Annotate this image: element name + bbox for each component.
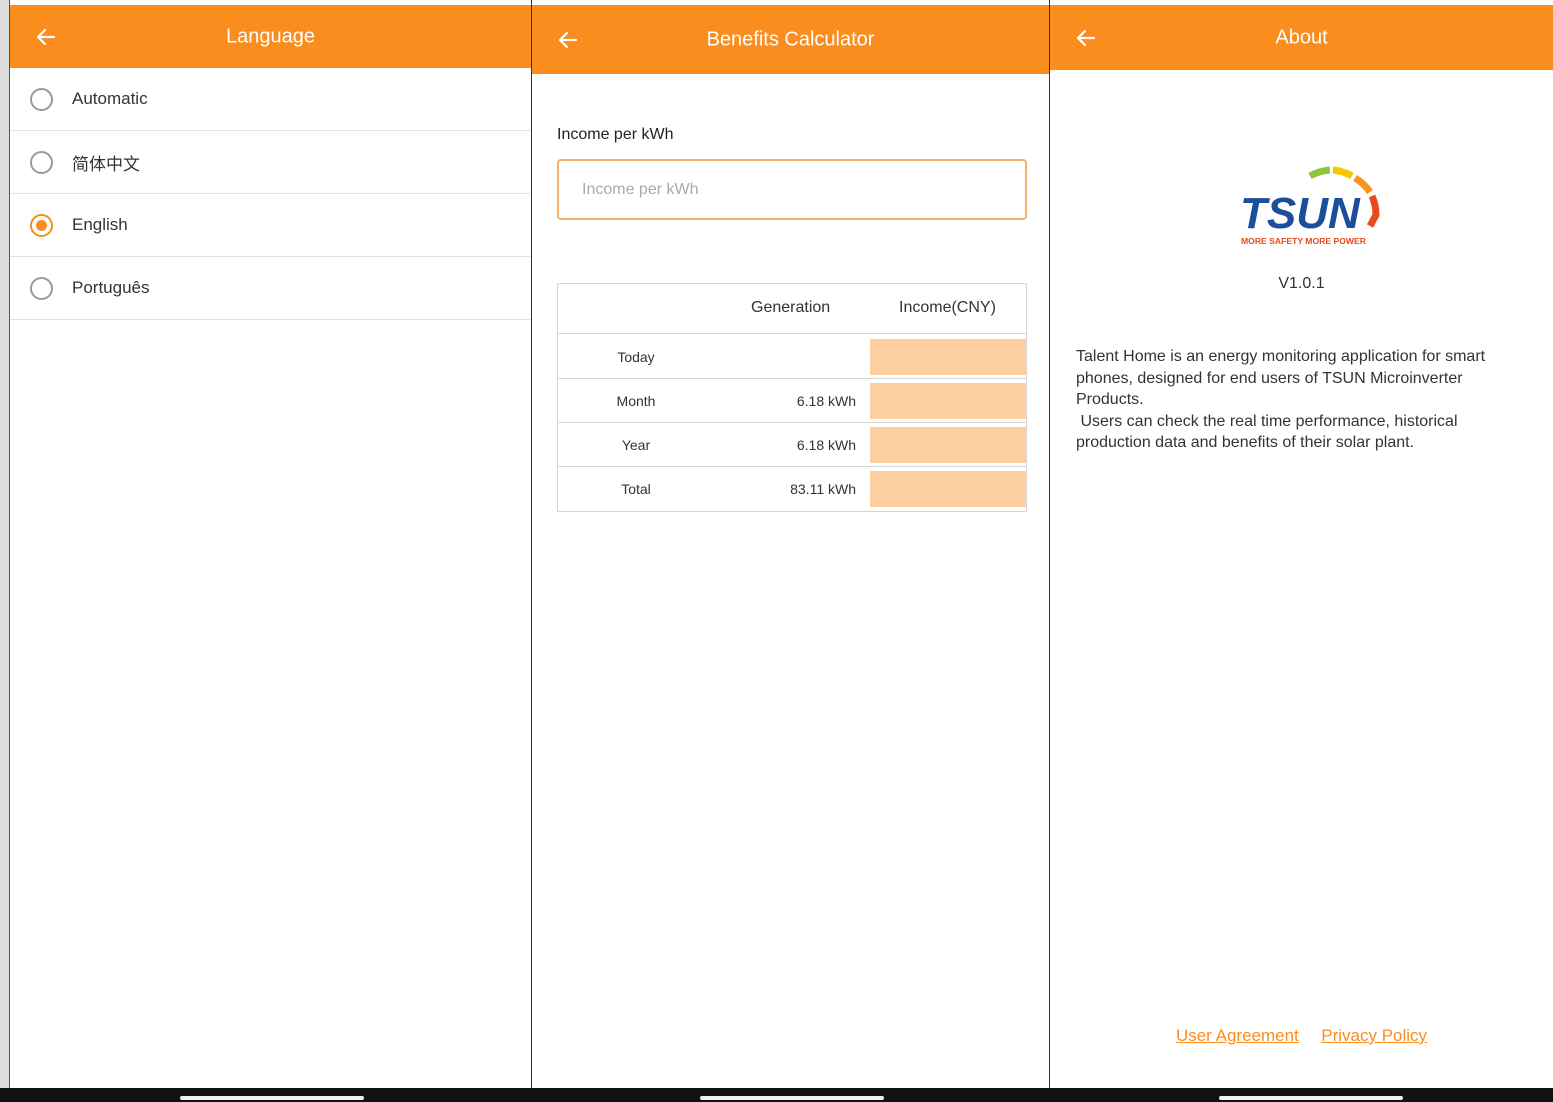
income-value-cell (870, 339, 1026, 375)
app-bar: Benefits Calculator (532, 5, 1049, 74)
language-screen: Language Automatic 简体中文 English Portuguê… (10, 0, 531, 1088)
left-gutter (0, 0, 10, 1102)
row-label: Total (621, 481, 651, 497)
page-title: Language (226, 25, 315, 47)
income-value-cell (870, 383, 1026, 419)
legal-links: User Agreement Privacy Policy (1050, 1026, 1553, 1046)
home-indicator[interactable] (1219, 1096, 1403, 1100)
table-row-total: Total 83.11 kWh (558, 467, 1026, 511)
language-label: 简体中文 (72, 154, 140, 174)
radio-checked-icon[interactable] (30, 213, 53, 237)
logo-wordmark: TSUN (1240, 189, 1361, 238)
language-option-portuguese[interactable]: Português (10, 257, 531, 320)
privacy-policy-link[interactable]: Privacy Policy (1321, 1026, 1427, 1045)
page-title: About (1275, 26, 1328, 48)
home-indicator[interactable] (180, 1096, 364, 1100)
logo-tagline: MORE SAFETY MORE POWER (1241, 236, 1367, 246)
user-agreement-link[interactable]: User Agreement (1176, 1026, 1299, 1045)
page-title: Benefits Calculator (706, 28, 875, 50)
radio-icon[interactable] (30, 87, 53, 111)
row-label: Month (616, 393, 656, 409)
language-label: English (72, 215, 128, 234)
generation-value: 83.11 kWh (790, 481, 856, 497)
benefits-calculator-screen: Benefits Calculator Income per kWh Gener… (532, 0, 1049, 1088)
language-option-automatic[interactable]: Automatic (10, 68, 531, 131)
row-label: Year (621, 437, 651, 453)
radio-icon[interactable] (30, 150, 53, 174)
table-header: Generation Income(CNY) (558, 284, 1026, 334)
radio-icon[interactable] (30, 276, 53, 300)
income-per-kwh-label: Income per kWh (557, 126, 674, 143)
language-list: Automatic 简体中文 English Português (10, 68, 531, 320)
income-per-kwh-input[interactable] (557, 159, 1027, 220)
table-row-month: Month 6.18 kWh (558, 379, 1026, 423)
app-bar: About (1050, 5, 1553, 70)
tsun-logo: TSUN MORE SAFETY MORE POWER (1240, 166, 1380, 246)
description-paragraph: Users can check the real time performanc… (1076, 412, 1462, 452)
generation-value: 6.18 kWh (796, 437, 856, 453)
screenshot-stage: Language Automatic 简体中文 English Portuguê… (0, 0, 1553, 1102)
language-option-english[interactable]: English (10, 194, 531, 257)
language-label: Automatic (72, 89, 148, 108)
table-row-today: Today (558, 335, 1026, 379)
about-screen: About TSUN MORE SAFETY MORE POWER V1.0.1… (1050, 0, 1553, 1088)
about-description: Talent Home is an energy monitoring appl… (1076, 346, 1526, 454)
income-header: Income(CNY) (899, 299, 996, 316)
table-row-year: Year 6.18 kWh (558, 423, 1026, 467)
app-version: V1.0.1 (1278, 275, 1325, 292)
description-paragraph: Talent Home is an energy monitoring appl… (1076, 348, 1486, 408)
generation-value: 6.18 kWh (796, 393, 856, 409)
income-value-cell (870, 427, 1026, 463)
app-bar: Language (10, 5, 531, 68)
benefits-table: Generation Income(CNY) Today Month 6.18 … (557, 283, 1027, 512)
language-label: Português (72, 278, 150, 297)
income-value-cell (870, 471, 1026, 507)
generation-header: Generation (751, 299, 831, 316)
language-option-chinese[interactable]: 简体中文 (10, 131, 531, 194)
home-indicator[interactable] (700, 1096, 884, 1100)
row-label: Today (617, 349, 655, 365)
